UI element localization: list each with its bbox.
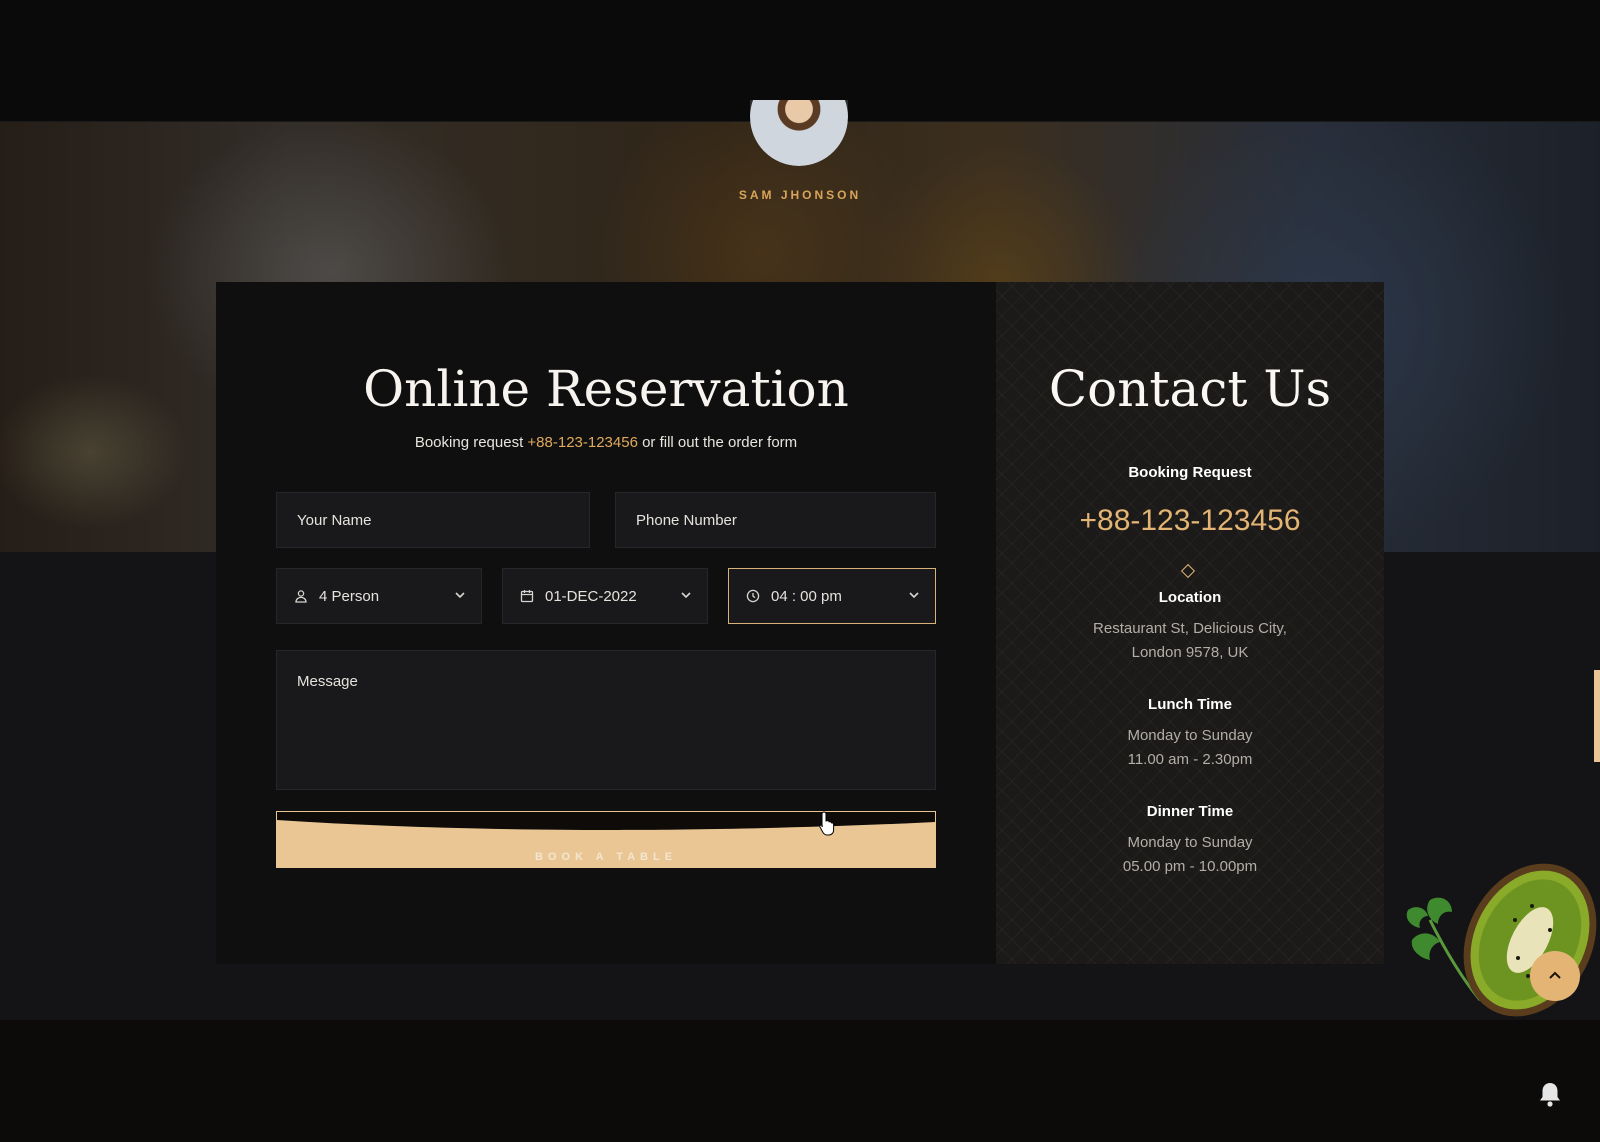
bell-icon[interactable] (1537, 1080, 1563, 1108)
reservation-title: Online Reservation (363, 360, 849, 418)
clock-icon (745, 588, 761, 604)
booking-phone-link[interactable]: +88-123-123456 (527, 434, 638, 451)
person-value: 4 Person (319, 587, 380, 605)
reservation-card: Online Reservation Booking request +88-1… (216, 282, 996, 964)
date-value: 01-DEC-2022 (545, 587, 637, 605)
person-icon (293, 588, 309, 604)
subtitle-suffix: or fill out the order form (642, 434, 798, 451)
subtitle-prefix: Booking request (414, 434, 524, 451)
time-value: 04 : 00 pm (771, 587, 842, 605)
message-textarea[interactable]: Message (276, 650, 936, 790)
diamond-icon (1180, 563, 1196, 579)
phone-input[interactable]: Phone Number (615, 492, 936, 548)
chevron-down-icon (907, 588, 921, 602)
contact-title: Contact Us (1048, 360, 1332, 418)
dinner-hours: 05.00 pm - 10.00pm (1122, 858, 1258, 875)
lunch-days: Monday to Sunday (1127, 727, 1253, 744)
side-tab[interactable] (1594, 670, 1600, 762)
time-select[interactable]: 04 : 00 pm (728, 568, 936, 624)
phone-placeholder: Phone Number (636, 511, 737, 529)
name-placeholder: Your Name (297, 511, 372, 529)
name-input[interactable]: Your Name (276, 492, 590, 548)
back-to-top-button[interactable] (1530, 951, 1580, 1001)
lunch-heading: Lunch Time (1148, 696, 1232, 713)
booking-request-heading: Booking Request (1128, 464, 1252, 481)
reservation-subtitle: Booking request +88-123-123456 or fill o… (216, 434, 996, 451)
contact-card: Contact Us Booking Request +88-123-12345… (996, 282, 1384, 964)
chevron-down-icon (453, 588, 467, 602)
book-table-label: BOOK A TABLE (534, 851, 678, 863)
message-placeholder: Message (297, 673, 358, 690)
testimonial-author: SAM JHONSON (738, 188, 862, 202)
date-select[interactable]: 01-DEC-2022 (502, 568, 708, 624)
person-select[interactable]: 4 Person (276, 568, 482, 624)
location-line-1: Restaurant St, Delicious City, (1093, 620, 1287, 637)
dinner-heading: Dinner Time (1146, 803, 1234, 820)
hand-cursor-icon (819, 811, 835, 836)
contact-phone[interactable]: +88-123-123456 (996, 504, 1384, 538)
lunch-hours: 11.00 am - 2.30pm (1127, 751, 1253, 768)
footer-background (0, 1020, 1600, 1142)
location-heading: Location (1158, 589, 1222, 606)
dinner-days: Monday to Sunday (1127, 834, 1253, 851)
chevron-down-icon (679, 588, 693, 602)
location-line-2: London 9578, UK (1131, 644, 1249, 661)
calendar-icon (519, 588, 535, 604)
chevron-up-icon (1549, 971, 1561, 979)
